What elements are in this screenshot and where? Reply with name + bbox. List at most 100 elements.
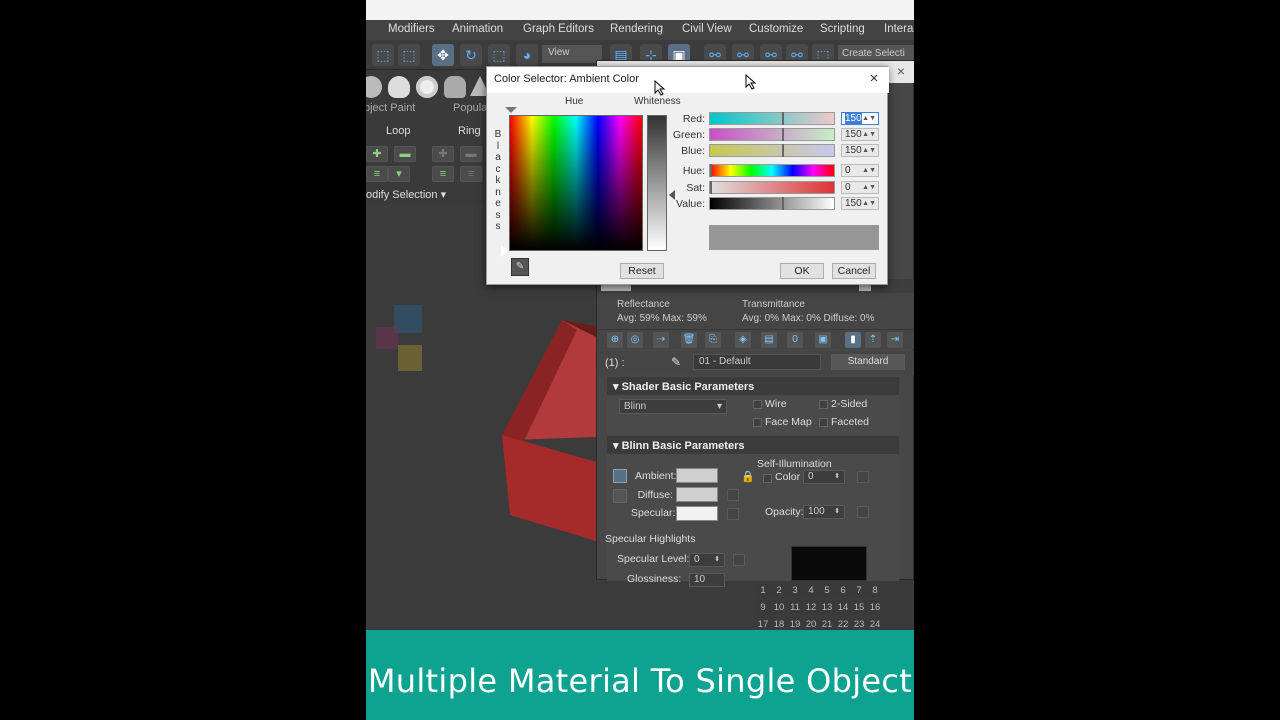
material-id-icon[interactable]: 0 (787, 332, 803, 348)
eyedropper-icon[interactable]: ✎ (511, 258, 529, 276)
opacity-map-button[interactable] (857, 506, 869, 518)
make-unique-icon[interactable]: ◈ (735, 332, 751, 348)
put-to-scene-icon[interactable]: ◎ (627, 332, 643, 348)
shape-teapot-icon[interactable] (444, 76, 466, 98)
lock-icon[interactable]: 🔒 (741, 470, 755, 483)
value-slider[interactable] (709, 197, 835, 210)
grid-number-cell[interactable]: 6 (836, 584, 850, 597)
grid-number-cell[interactable]: 2 (772, 584, 786, 597)
shader-type-dropdown[interactable]: Blinn ▾ (619, 399, 727, 414)
hue-pointer-icon[interactable] (505, 107, 517, 113)
object-paint-tab[interactable]: bject Paint (366, 102, 415, 114)
green-slider-thumb[interactable] (782, 128, 784, 141)
two-sided-checkbox[interactable] (819, 400, 828, 409)
grid-number-cell[interactable]: 13 (820, 601, 834, 614)
sat-spinner[interactable]: 0 ▲▼ (841, 181, 879, 194)
cancel-button[interactable]: Cancel (832, 263, 876, 279)
ambient-diffuse-lock-link-icon[interactable] (613, 469, 627, 483)
diffuse-specular-lock-link-icon[interactable] (613, 489, 627, 503)
value-spinner[interactable]: 150 ▲▼ (841, 197, 879, 210)
pick-from-object-icon[interactable]: ✎ (671, 355, 681, 369)
blue-spinner[interactable]: 150 ▲▼ (841, 144, 879, 157)
grid-number-cell[interactable]: 8 (868, 584, 882, 597)
hue-slider-thumb[interactable] (710, 164, 712, 177)
glossiness-spinner[interactable]: 10 (689, 573, 725, 587)
self-illum-map-button[interactable] (857, 471, 869, 483)
red-slider-thumb[interactable] (782, 112, 784, 125)
grow-icon[interactable]: ✚ (366, 146, 388, 162)
green-slider[interactable] (709, 128, 835, 141)
modify-selection-dropdown[interactable]: odify Selection ▾ (366, 188, 446, 201)
show-shaded-icon[interactable]: ▣ (815, 332, 831, 348)
value-slider-thumb[interactable] (782, 197, 784, 210)
grid-number-cell[interactable]: 7 (852, 584, 866, 597)
shader-basic-parameters-rollout[interactable]: ▾ Shader Basic Parameters (607, 377, 899, 395)
sat-slider-thumb[interactable] (710, 181, 712, 194)
ring-select-icon[interactable]: ≡ (432, 166, 454, 182)
go-to-parent-icon[interactable]: ⇡ (865, 332, 881, 348)
material-editor-close-icon[interactable]: × (891, 61, 911, 81)
sat-slider[interactable] (709, 181, 835, 194)
make-copy-icon[interactable]: ⎘ (705, 332, 721, 348)
move-icon[interactable]: ✥ (432, 44, 454, 66)
menu-civil-view[interactable]: Civil View (682, 23, 732, 35)
ambient-color-swatch[interactable] (676, 468, 718, 483)
blinn-basic-parameters-rollout[interactable]: ▾ Blinn Basic Parameters (607, 436, 899, 454)
ring-options-icon[interactable]: ≡ (460, 166, 482, 182)
opacity-spinner[interactable]: 100 ⬍ (803, 505, 845, 519)
blackness-pointer-icon[interactable] (501, 245, 509, 257)
menu-scripting[interactable]: Scripting (820, 23, 865, 35)
specular-color-swatch[interactable] (676, 506, 718, 521)
grid-number-cell[interactable]: 1 (756, 584, 770, 597)
material-type-button[interactable]: Standard (831, 354, 905, 370)
grid-number-cell[interactable]: 11 (788, 601, 802, 614)
shape-sphere-icon[interactable] (366, 76, 382, 98)
menu-rendering[interactable]: Rendering (610, 23, 663, 35)
grid-number-cell[interactable]: 14 (836, 601, 850, 614)
placement-icon[interactable]: ◕ (516, 44, 538, 66)
specular-level-spinner[interactable]: 0 ⬍ (689, 553, 725, 567)
shape-torus-icon[interactable] (416, 76, 438, 98)
diffuse-color-swatch[interactable] (676, 487, 718, 502)
grid-number-cell[interactable]: 12 (804, 601, 818, 614)
get-material-icon[interactable]: ⊕ (607, 332, 623, 348)
hue-spinner[interactable]: 0 ▲▼ (841, 164, 879, 177)
red-slider[interactable] (709, 112, 835, 125)
grid-number-cell[interactable]: 10 (772, 601, 786, 614)
specular-map-button[interactable] (727, 508, 739, 520)
grid-number-cell[interactable]: 9 (756, 601, 770, 614)
wire-checkbox[interactable] (753, 400, 762, 409)
loop-options-icon[interactable]: ▾ (388, 166, 410, 182)
red-spinner[interactable]: 150 ▲▼ (841, 112, 879, 125)
hue-blackness-field[interactable] (509, 115, 643, 251)
self-illum-spinner[interactable]: 0 ⬍ (803, 470, 845, 484)
ring-shrink-icon[interactable]: ▬ (460, 146, 482, 162)
select-region-icon[interactable]: ⬚ (372, 44, 394, 66)
populate-tab[interactable]: Popula (453, 102, 487, 114)
ok-button[interactable]: OK (780, 263, 824, 279)
face-map-checkbox[interactable] (753, 418, 762, 427)
menu-interactive[interactable]: Intera (884, 23, 913, 35)
rotate-icon[interactable]: ↻ (460, 44, 482, 66)
ring-button[interactable]: Ring (458, 125, 481, 137)
grid-number-cell[interactable]: 3 (788, 584, 802, 597)
menu-modifiers[interactable]: Modifiers (388, 23, 435, 35)
menu-graph-editors[interactable]: Graph Editors (523, 23, 594, 35)
show-end-result-icon[interactable]: ▮ (845, 332, 861, 348)
green-spinner[interactable]: 150 ▲▼ (841, 128, 879, 141)
grid-number-cell[interactable]: 5 (820, 584, 834, 597)
reset-map-icon[interactable]: 🗑 (681, 332, 697, 348)
material-name-field[interactable]: 01 - Default (693, 354, 821, 370)
diffuse-map-button[interactable] (727, 489, 739, 501)
self-illum-color-checkbox[interactable] (763, 474, 772, 483)
menu-customize[interactable]: Customize (749, 23, 803, 35)
reference-coordinate-dropdown[interactable]: View (542, 45, 602, 63)
blue-slider-thumb[interactable] (782, 144, 784, 157)
faceted-checkbox[interactable] (819, 418, 828, 427)
assign-to-selection-icon[interactable]: ⇢ (653, 332, 669, 348)
put-to-library-icon[interactable]: ▤ (761, 332, 777, 348)
shape-hemisphere-icon[interactable] (388, 76, 410, 98)
dialog-close-icon[interactable]: × (865, 70, 883, 88)
scale-icon[interactable]: ⬚ (488, 44, 510, 66)
blue-slider[interactable] (709, 144, 835, 157)
